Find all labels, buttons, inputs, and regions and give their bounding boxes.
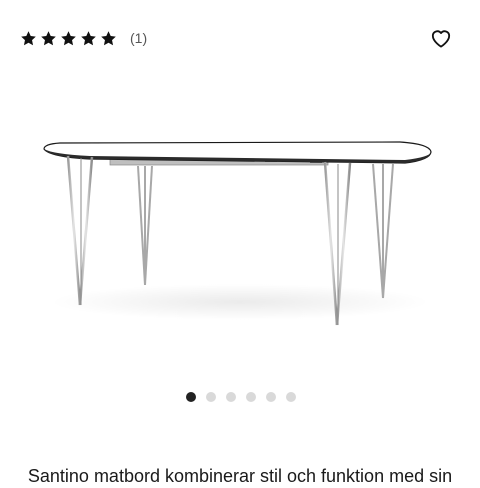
carousel-dot-6[interactable] <box>286 392 296 402</box>
star-icon <box>101 30 116 45</box>
table-back-legs <box>137 163 394 299</box>
favorite-button[interactable] <box>428 26 454 50</box>
carousel-dot-4[interactable] <box>246 392 256 402</box>
carousel-indicator <box>186 392 296 402</box>
star-icon <box>21 30 36 45</box>
star-icon <box>61 30 76 45</box>
product-image[interactable] <box>0 80 480 380</box>
carousel-dot-3[interactable] <box>226 392 236 402</box>
carousel-dot-2[interactable] <box>206 392 216 402</box>
review-count[interactable]: (1) <box>130 30 147 46</box>
product-description: Santino matbord kombinerar stil och funk… <box>27 466 453 486</box>
rating-stars <box>20 30 117 47</box>
product-rating[interactable]: (1) <box>20 27 147 49</box>
star-icon <box>41 30 56 45</box>
carousel-dot-5[interactable] <box>266 392 276 402</box>
star-icon <box>81 30 96 45</box>
carousel-dot-1[interactable] <box>186 392 196 402</box>
heart-outline-icon <box>431 30 451 48</box>
